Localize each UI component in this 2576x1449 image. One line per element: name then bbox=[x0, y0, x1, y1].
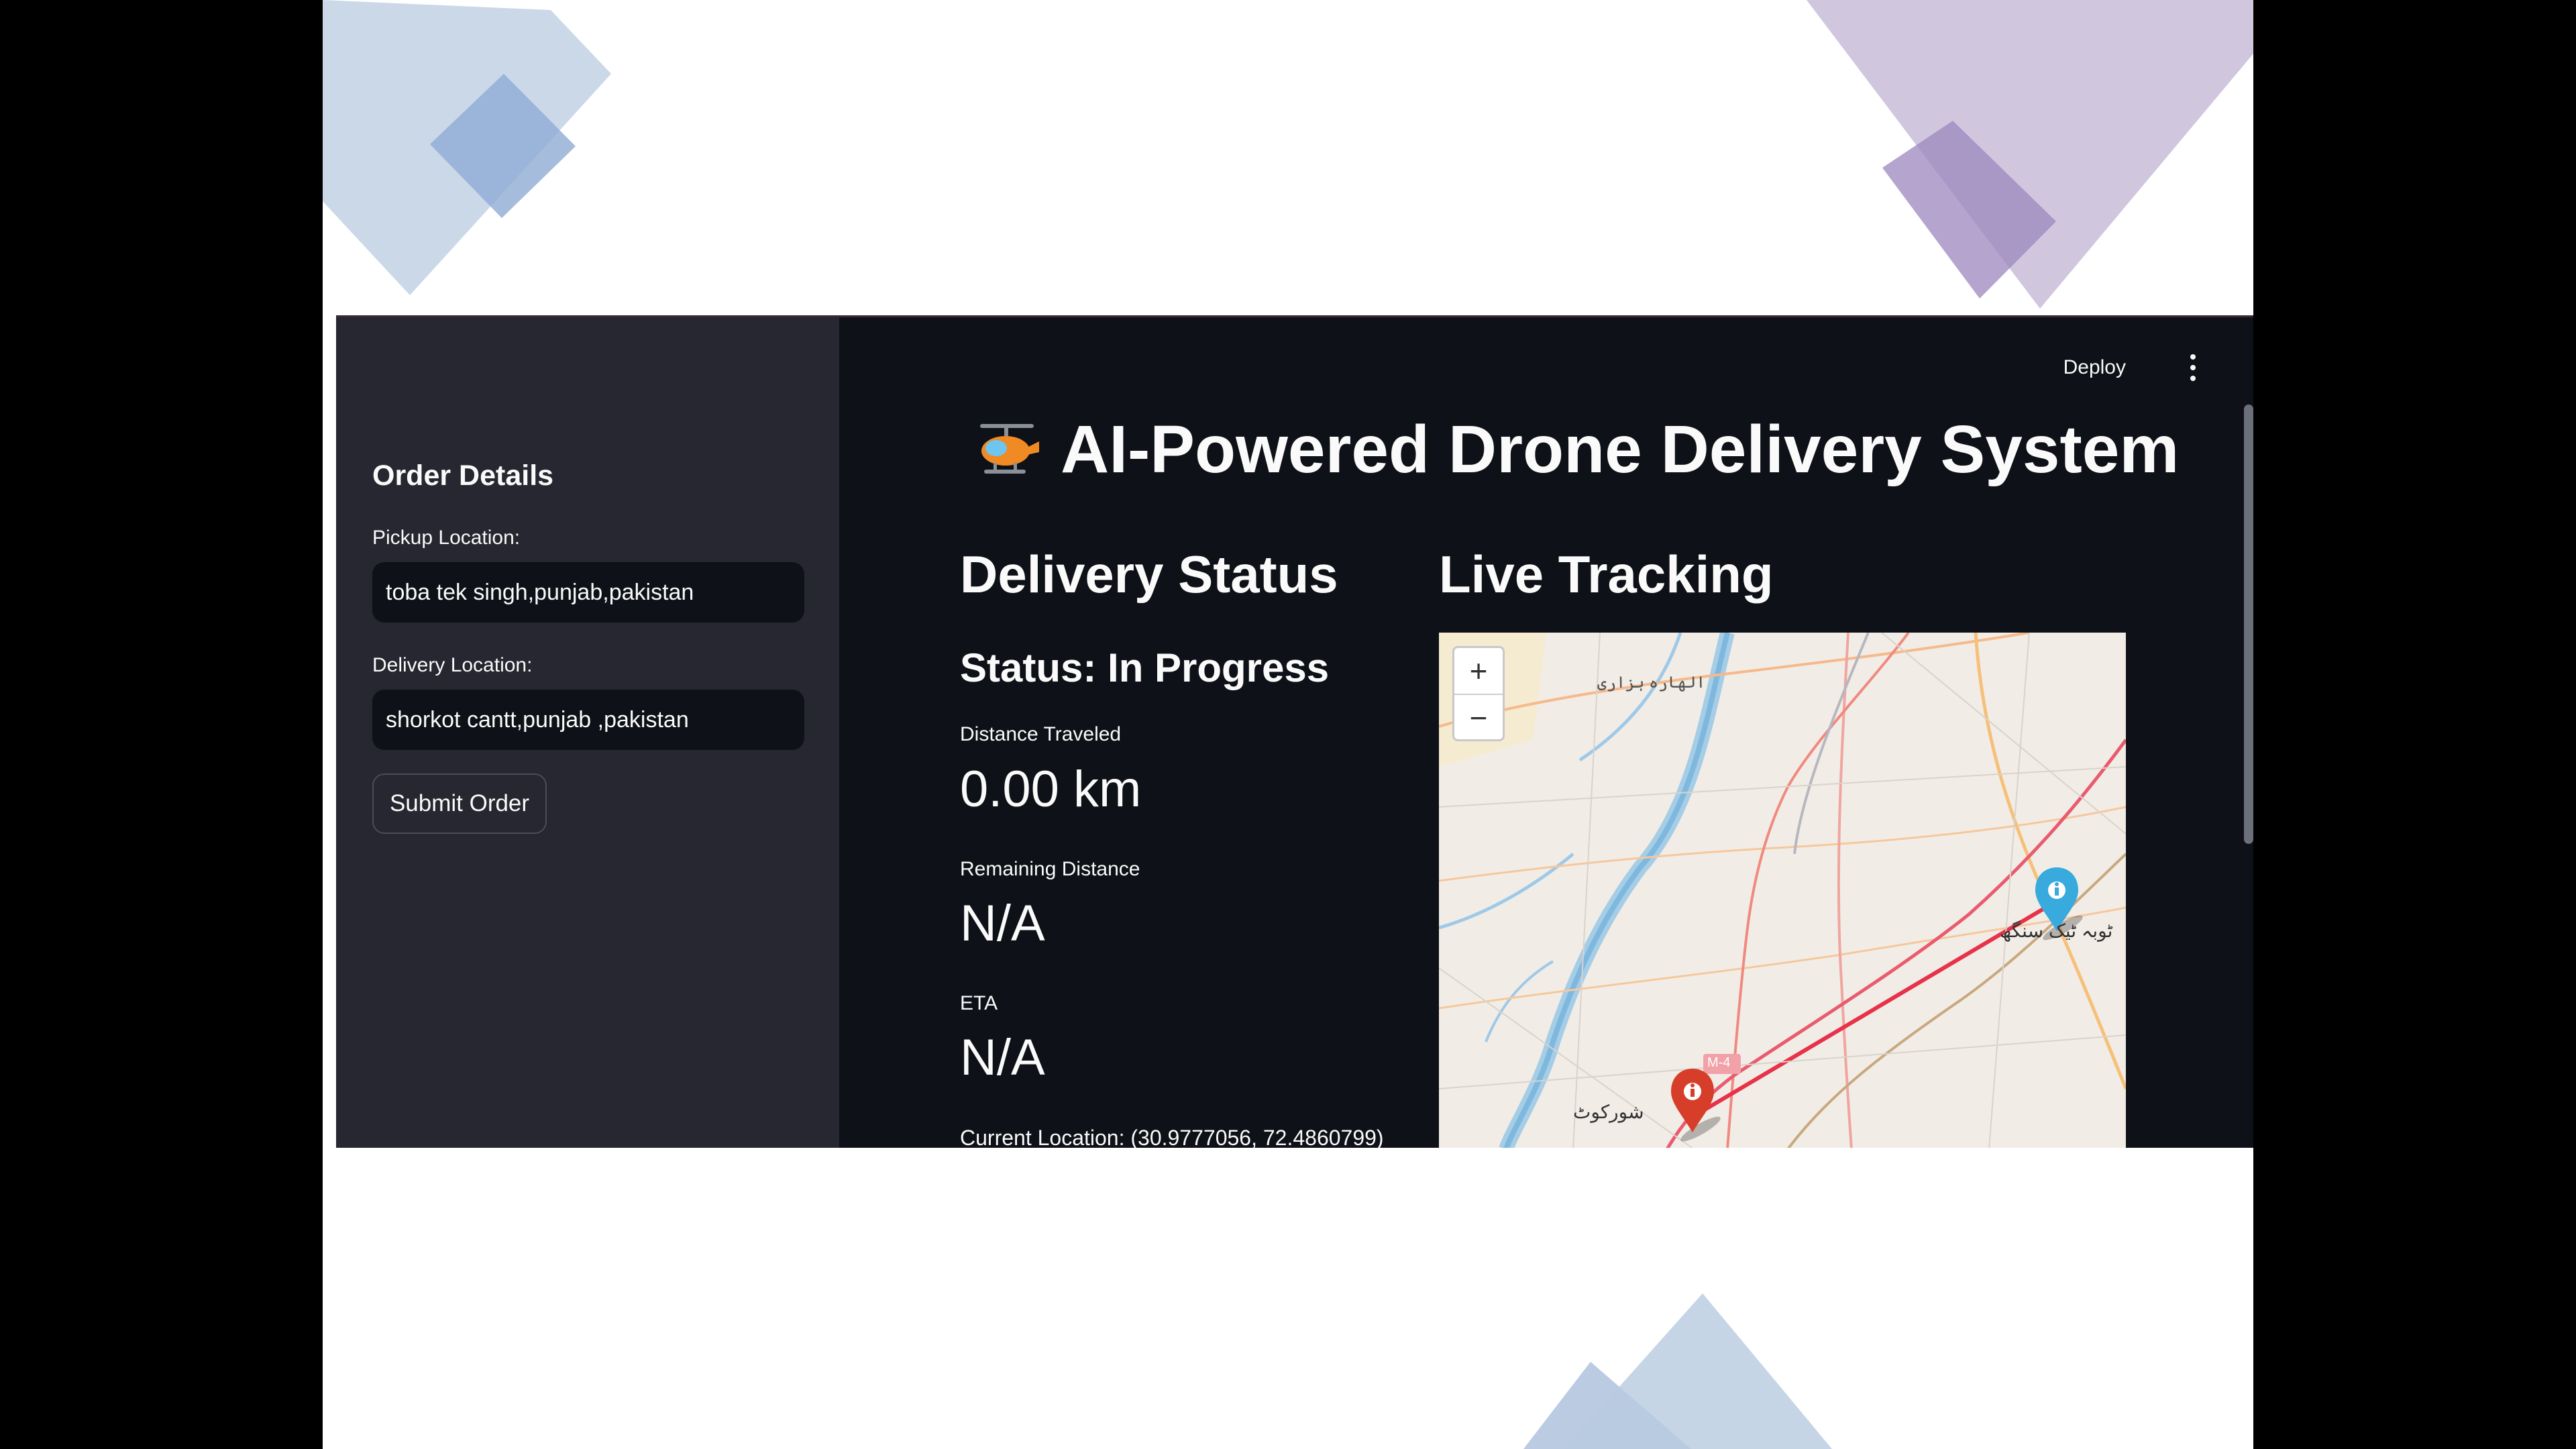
live-tracking-heading: Live Tracking bbox=[1439, 545, 1774, 604]
eta-value: N/A bbox=[960, 1029, 1045, 1086]
tracking-map[interactable]: الھارہ ہزاری ٹوبہ ٹیک سنگھ شورکوٹ M-4 + … bbox=[1439, 633, 2126, 1148]
map-tiles bbox=[1439, 633, 2126, 1148]
map-place-label: الھارہ ہزاری bbox=[1597, 674, 1706, 692]
zoom-out-button[interactable]: − bbox=[1454, 694, 1503, 741]
delivery-location-input[interactable] bbox=[372, 690, 804, 750]
delivery-location-label: Delivery Location: bbox=[372, 654, 533, 676]
zoom-in-button[interactable]: + bbox=[1454, 648, 1503, 694]
scrollbar[interactable] bbox=[2244, 405, 2253, 844]
map-place-label: ٹوبہ ٹیک سنگھ bbox=[2000, 920, 2113, 941]
order-details-heading: Order Details bbox=[372, 460, 554, 492]
current-location-text: Current Location: (30.9777056, 72.486079… bbox=[960, 1126, 1384, 1148]
zoom-control: + − bbox=[1452, 646, 1505, 741]
main-menu-icon[interactable] bbox=[2186, 354, 2200, 381]
remaining-distance-label: Remaining Distance bbox=[960, 858, 1140, 880]
pickup-location-label: Pickup Location: bbox=[372, 527, 521, 549]
main-content: Deploy AI-Powered Drone Delivery System … bbox=[839, 317, 2253, 1148]
sidebar: Order Details Pickup Location: Delivery … bbox=[336, 317, 839, 1148]
road-shield-label: M-4 bbox=[1707, 1055, 1731, 1070]
remaining-distance-value: N/A bbox=[960, 895, 1045, 952]
submit-order-button[interactable]: Submit Order bbox=[372, 773, 547, 834]
page-title: AI-Powered Drone Delivery System bbox=[1061, 412, 2180, 487]
helicopter-icon bbox=[980, 424, 1039, 474]
drone-delivery-app: Order Details Pickup Location: Delivery … bbox=[336, 315, 2253, 1148]
distance-traveled-label: Distance Traveled bbox=[960, 723, 1122, 745]
distance-traveled-value: 0.00 km bbox=[960, 761, 1142, 818]
pickup-location-input[interactable] bbox=[372, 562, 804, 623]
deploy-button[interactable]: Deploy bbox=[2063, 356, 2126, 379]
eta-label: ETA bbox=[960, 992, 998, 1014]
delivery-status-heading: Delivery Status bbox=[960, 545, 1338, 604]
map-place-label: شورکوٹ bbox=[1573, 1102, 1644, 1122]
status-text: Status: In Progress bbox=[960, 645, 1330, 690]
